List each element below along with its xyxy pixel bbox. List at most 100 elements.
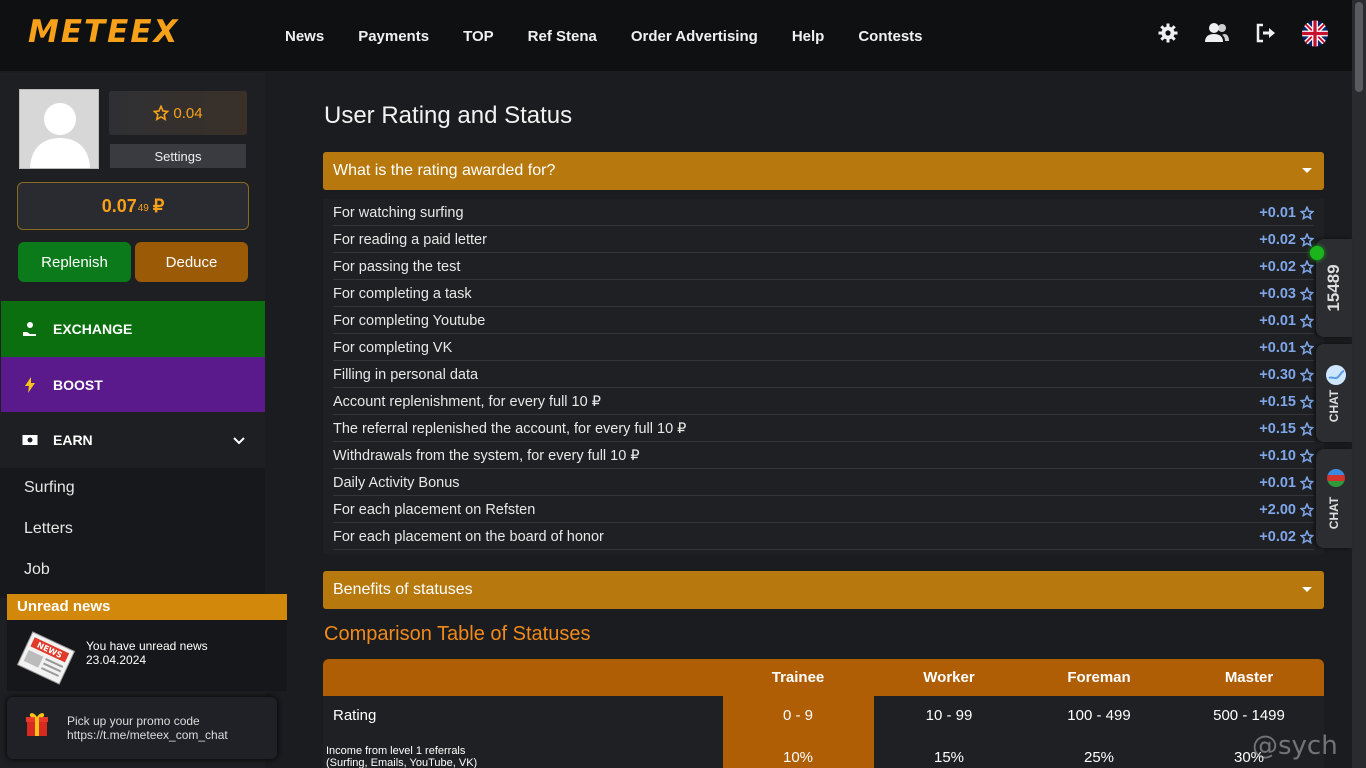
news-message: You have unread news [86, 639, 208, 653]
rule-row: Account replenishment, for every full 10… [333, 388, 1315, 415]
watermark: @sych [1252, 731, 1338, 761]
rule-label: For completing a task [333, 286, 472, 302]
page-title: User Rating and Status [324, 102, 573, 129]
rule-value: +0.03 [1259, 286, 1296, 302]
gift-icon [25, 711, 49, 742]
settings-gear-icon[interactable] [1155, 20, 1181, 46]
flag-chat-icon [1327, 469, 1345, 492]
rule-value: +0.01 [1259, 340, 1296, 356]
submenu-letters[interactable]: Letters [24, 520, 73, 538]
avatar[interactable] [19, 89, 99, 169]
rule-row: Filling in personal data +0.30 [333, 361, 1315, 388]
profile-settings-button[interactable]: Settings [110, 144, 246, 168]
replenish-button[interactable]: Replenish [18, 242, 131, 282]
money-icon [21, 434, 39, 446]
chat-tab-2[interactable]: CHAT [1316, 449, 1352, 548]
promo-code-panel[interactable]: Pick up your promo code https://t.me/met… [7, 697, 277, 759]
online-count: 15489 [1324, 264, 1343, 312]
rule-value: +0.15 [1259, 394, 1296, 410]
star-outline-icon [153, 105, 170, 121]
online-status-dot [1310, 246, 1324, 260]
scroll-thumb[interactable] [1355, 2, 1363, 92]
header-icons [1132, 20, 1328, 46]
promo-line1: Pick up your promo code [67, 714, 200, 728]
earn-submenu: Surfing Letters Job [0, 468, 265, 598]
rule-value: +0.02 [1259, 259, 1296, 275]
menu-exchange[interactable]: EXCHANGE [1, 301, 265, 357]
rule-value: +0.10 [1259, 448, 1296, 464]
menu-boost-label: BOOST [53, 376, 103, 393]
rule-label: Withdrawals from the system, for every f… [333, 448, 640, 464]
rule-value: +0.30 [1259, 367, 1296, 383]
star-outline-icon [1299, 367, 1315, 386]
submenu-job[interactable]: Job [24, 561, 50, 579]
star-outline-icon [1299, 448, 1315, 467]
nav-ref-stena[interactable]: Ref Stena [528, 28, 597, 45]
income-label-line2: (Surfing, Emails, YouTube, VK) [326, 757, 478, 768]
submenu-surfing[interactable]: Surfing [24, 479, 75, 497]
logout-icon[interactable] [1253, 20, 1279, 46]
rule-row: For reading a paid letter +0.02 [333, 226, 1315, 253]
nav-top[interactable]: TOP [463, 28, 494, 45]
rule-value: +0.01 [1259, 475, 1296, 491]
rule-row: The referral replenished the account, fo… [333, 415, 1315, 442]
nav-order-advertising[interactable]: Order Advertising [631, 28, 758, 45]
rule-label: For passing the test [333, 259, 461, 275]
news-date: 23.04.2024 [86, 653, 147, 667]
table-header: Trainee Worker Foreman Master [323, 659, 1324, 696]
star-outline-icon [1299, 421, 1315, 440]
balance-display: 0.07 49 ₽ [17, 182, 249, 230]
rule-row: For each placement on Refsten +2.00 [333, 496, 1315, 523]
income-worker: 15% [933, 749, 965, 766]
col-trainee: Trainee [771, 669, 825, 686]
accordion-rating-awarded[interactable]: What is the rating awarded for? [323, 152, 1324, 190]
page-scrollbar[interactable] [1352, 0, 1366, 768]
star-outline-icon [1299, 313, 1315, 332]
menu-exchange-label: EXCHANGE [53, 321, 133, 337]
accordion-benefits[interactable]: Benefits of statuses [323, 571, 1324, 609]
menu-earn-label: EARN [53, 432, 93, 448]
rule-label: For completing Youtube [333, 313, 486, 329]
income-trainee: 10% [782, 749, 814, 766]
income-label-line1: Income from level 1 referrals [326, 745, 466, 757]
chevron-down-icon[interactable] [233, 432, 245, 448]
caret-down-icon [1302, 168, 1312, 173]
globe-chat-icon [1325, 364, 1347, 391]
rating-worker: 10 - 99 [925, 707, 973, 724]
rating-trainee: 0 - 9 [782, 707, 813, 724]
menu-boost[interactable]: BOOST [1, 357, 265, 412]
rule-row: For passing the test +0.02 [333, 253, 1315, 280]
uk-flag-icon[interactable] [1302, 20, 1328, 46]
rule-row: For watching surfing +0.01 [333, 199, 1315, 226]
col-master: Master [1224, 669, 1274, 686]
unread-news-panel[interactable]: Unread news NEWS You have unread news 23… [7, 594, 287, 691]
promo-link[interactable]: https://t.me/meteex_com_chat [67, 728, 228, 742]
rule-label: Filling in personal data [333, 367, 479, 383]
rating-value: 0.04 [173, 104, 203, 122]
rule-label: For each placement on Refsten [333, 502, 536, 518]
row-rating-label: Rating [333, 707, 377, 724]
star-outline-icon [1299, 394, 1315, 413]
rule-label: Account replenishment, for every full 10… [333, 394, 601, 410]
nav-help[interactable]: Help [792, 28, 825, 45]
nav-contests[interactable]: Contests [858, 28, 922, 45]
nav-payments[interactable]: Payments [358, 28, 429, 45]
rating-foreman: 100 - 499 [1067, 707, 1131, 724]
rule-value: +0.02 [1259, 232, 1296, 248]
rule-label: For each placement on the board of honor [333, 529, 604, 545]
accordion-rating-label: What is the rating awarded for? [333, 162, 556, 179]
lightning-icon [21, 376, 39, 393]
chat-tab-1[interactable]: CHAT [1316, 344, 1352, 442]
top-header: METEEX News Payments TOP Ref Stena Order… [0, 0, 1352, 72]
deduce-button[interactable]: Deduce [135, 242, 248, 282]
nav-news[interactable]: News [285, 28, 324, 45]
rule-value: +0.01 [1259, 205, 1296, 221]
star-outline-icon [1299, 286, 1315, 305]
rule-row: For completing Youtube +0.01 [333, 307, 1315, 334]
users-icon[interactable] [1204, 20, 1230, 46]
rule-value: +2.00 [1259, 502, 1296, 518]
menu-earn[interactable]: EARN [1, 412, 265, 468]
rating-rules-list: For watching surfing +0.01 For reading a p… [323, 199, 1324, 554]
site-logo[interactable]: METEEX [28, 14, 179, 50]
rule-label: Daily Activity Bonus [333, 475, 460, 491]
